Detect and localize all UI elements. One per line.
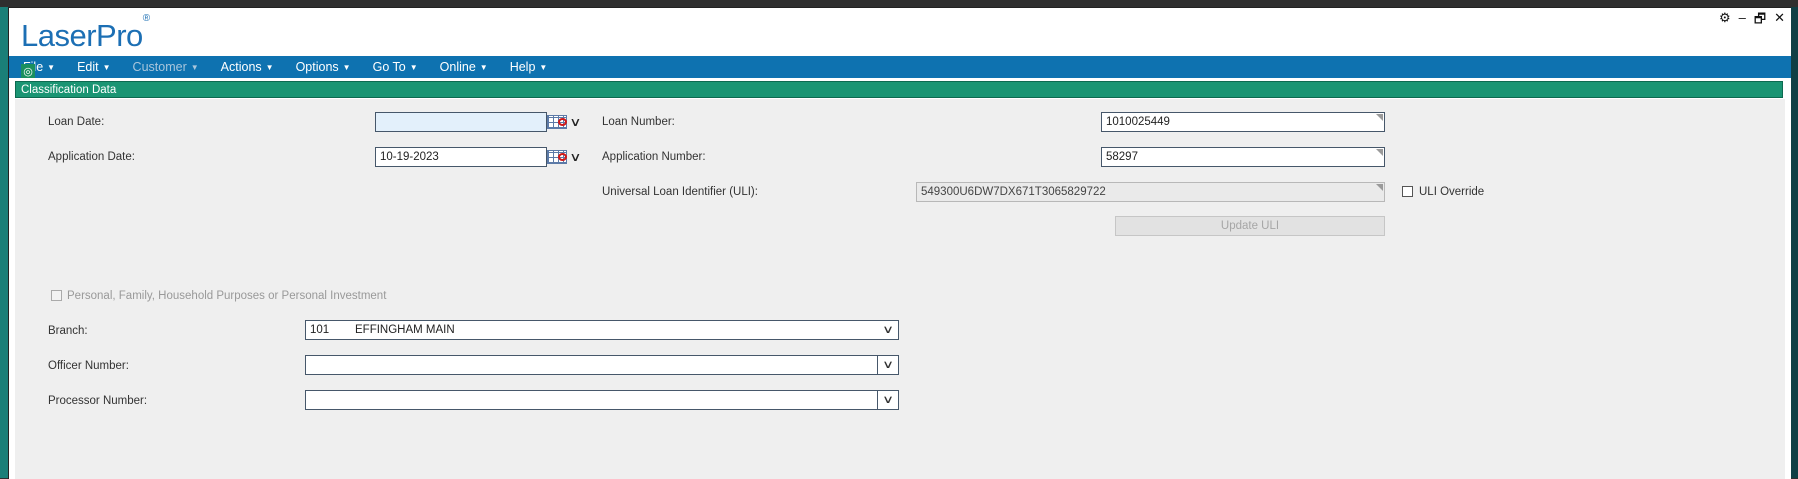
app-logo: LaserPro® — [21, 12, 150, 53]
calendar-icon[interactable] — [547, 150, 567, 164]
restore-icon[interactable]: 🗗 — [1754, 10, 1766, 32]
officer-number-label: Officer Number: — [48, 360, 129, 372]
target-icon: ◎ — [21, 64, 35, 78]
corner-indicator-icon — [1376, 149, 1383, 156]
window-controls: ⚙ – 🗗 ✕ — [1719, 10, 1785, 32]
processor-number-label: Processor Number: — [48, 395, 148, 407]
section-header-classification: Classification Data — [15, 81, 1783, 98]
corner-indicator-icon — [1376, 114, 1383, 121]
menu-file[interactable]: ◎ File▼ — [21, 60, 55, 78]
loan-number-value: 1010025449 — [1106, 116, 1170, 128]
branch-code: 101 — [310, 324, 330, 336]
chevron-down-icon[interactable]: ∨ — [878, 321, 898, 339]
processor-number-select[interactable]: ∨ — [305, 390, 899, 410]
menu-bar: ◎ File▼ Edit▼ Customer▼ Actions▼ Options… — [9, 56, 1791, 78]
uli-override-checkbox[interactable] — [1402, 186, 1413, 197]
chevron-down-icon[interactable]: ∨ — [569, 150, 581, 164]
application-number-input[interactable]: 58297 — [1101, 147, 1385, 167]
application-number-value: 58297 — [1106, 151, 1138, 163]
menu-help[interactable]: Help ▼ — [510, 60, 548, 74]
chevron-down-icon[interactable]: ∨ — [877, 391, 898, 409]
chevron-down-icon[interactable]: ∨ — [877, 356, 898, 374]
application-date-input[interactable]: 10-19-2023 — [375, 147, 547, 167]
background-window-right — [1790, 7, 1798, 478]
loan-date-controls: ∨ — [547, 112, 582, 132]
personal-purpose-label: Personal, Family, Household Purposes or … — [67, 290, 387, 302]
uli-value: 549300U6DW7DX671T3065829722 — [921, 186, 1106, 198]
branch-select[interactable]: 101 EFFINGHAM MAIN ∨ — [305, 320, 899, 340]
background-window-left — [0, 7, 8, 478]
uli-override-label: ULI Override — [1419, 186, 1485, 198]
uli-label: Universal Loan Identifier (ULI): — [602, 186, 758, 198]
corner-indicator-icon — [1376, 184, 1383, 191]
minimize-icon[interactable]: – — [1739, 10, 1746, 32]
loan-number-input[interactable]: 1010025449 — [1101, 112, 1385, 132]
menu-online[interactable]: Online ▼ — [440, 60, 488, 74]
settings-icon[interactable]: ⚙ — [1719, 10, 1731, 32]
menu-go-to[interactable]: Go To ▼ — [373, 60, 418, 74]
application-date-controls: ∨ — [547, 147, 582, 167]
menu-edit[interactable]: Edit ▼ — [77, 60, 110, 74]
menu-options[interactable]: Options ▼ — [296, 60, 351, 74]
laserpro-window: LaserPro® ⚙ – 🗗 ✕ ◎ File▼ Edit▼ Customer… — [8, 7, 1791, 479]
personal-purpose-checkbox[interactable] — [51, 290, 62, 301]
loan-number-label: Loan Number: — [602, 116, 675, 128]
loan-date-input[interactable] — [375, 112, 547, 132]
application-number-label: Application Number: — [602, 151, 706, 163]
loan-date-label: Loan Date: — [48, 116, 105, 128]
classification-form: Loan Date: ∨ Application Date: 10-19-202… — [15, 99, 1785, 479]
branch-name: EFFINGHAM MAIN — [355, 324, 455, 336]
uli-input: 549300U6DW7DX671T3065829722 — [916, 182, 1385, 202]
menu-customer[interactable]: Customer ▼ — [133, 60, 199, 74]
close-icon[interactable]: ✕ — [1774, 10, 1785, 32]
chevron-down-icon[interactable]: ∨ — [569, 115, 581, 129]
application-date-label: Application Date: — [48, 151, 135, 163]
branch-label: Branch: — [48, 325, 88, 337]
update-uli-button[interactable]: Update ULI — [1115, 216, 1385, 236]
officer-number-select[interactable]: ∨ — [305, 355, 899, 375]
calendar-icon[interactable] — [547, 115, 567, 129]
menu-actions[interactable]: Actions ▼ — [221, 60, 274, 74]
